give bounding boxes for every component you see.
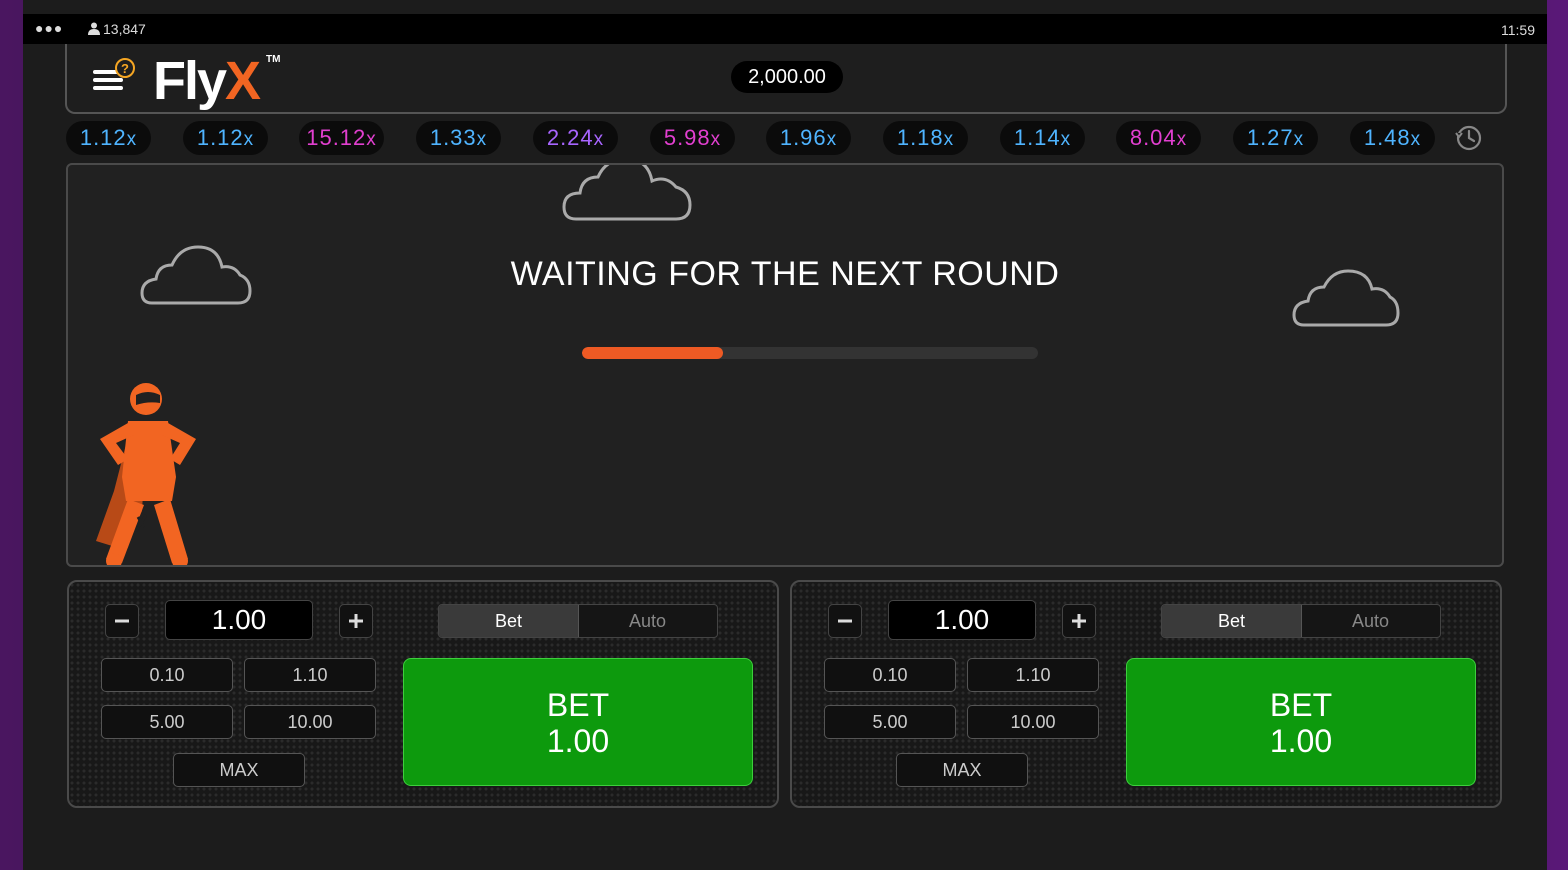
multiplier-pill: 1.27x (1233, 121, 1318, 155)
quick-amount-button[interactable]: 0.10 (101, 658, 233, 692)
tab-bet[interactable]: Bet (439, 605, 579, 637)
balance-display: 2,000.00 (731, 61, 843, 93)
multiplier-pill: 8.04x (1116, 121, 1201, 155)
plus-icon (1072, 614, 1086, 628)
svg-text:?: ? (121, 61, 129, 76)
multiplier-suffix: x (710, 129, 722, 150)
increase-amount-button[interactable] (339, 604, 373, 638)
multiplier-suffix: x (1293, 129, 1305, 150)
minus-icon (115, 619, 129, 623)
multiplier-pill: 1.12x (66, 121, 151, 155)
bet-button-label: BET (546, 687, 610, 723)
tab-auto[interactable]: Auto (1301, 605, 1440, 637)
multiplier-value: 1.12 (79, 125, 127, 150)
game-header: ? FlyX TM 2,000.00 (65, 44, 1507, 114)
multiplier-value: 1.27 (1246, 125, 1294, 150)
bet-button-amount: 1.00 (1269, 723, 1333, 759)
round-progress-bar (582, 347, 1038, 359)
multiplier-value: 15.12 (306, 125, 367, 150)
multiplier-pill: 1.48x (1350, 121, 1435, 155)
multiplier-suffix: x (476, 129, 488, 150)
person-icon (88, 22, 100, 35)
clock: 11:59 (1501, 22, 1535, 38)
decrease-amount-button[interactable] (105, 604, 139, 638)
multiplier-suffix: x (1410, 129, 1422, 150)
quick-amount-button[interactable]: 5.00 (824, 705, 956, 739)
multiplier-pill: 1.96x (766, 121, 851, 155)
bet-panel-2: 1.00 Bet Auto 0.10 1.10 5.00 10.00 MAX B… (790, 580, 1502, 808)
tab-auto[interactable]: Auto (578, 605, 717, 637)
multiplier-value: 5.98 (663, 125, 711, 150)
multiplier-value: 1.33 (429, 125, 477, 150)
multiplier-suffix: x (1060, 129, 1072, 150)
quick-amount-button[interactable]: 0.10 (824, 658, 956, 692)
multiplier-suffix: x (826, 129, 838, 150)
bet-amount-field[interactable]: 1.00 (165, 600, 313, 640)
multiplier-value: 1.96 (779, 125, 827, 150)
multiplier-value: 1.12 (196, 125, 244, 150)
status-bar: ●●● 13,847 11:59 (23, 14, 1547, 44)
more-options-icon[interactable]: ●●● (35, 20, 63, 36)
bet-amount-field[interactable]: 1.00 (888, 600, 1036, 640)
bet-button-label: BET (1269, 687, 1333, 723)
place-bet-button[interactable]: BET 1.00 (1126, 658, 1476, 786)
bet-panel-1: 1.00 Bet Auto 0.10 1.10 5.00 10.00 MAX B… (67, 580, 779, 808)
bet-mode-toggle: Bet Auto (1161, 604, 1441, 638)
player-count-value: 13,847 (103, 21, 146, 37)
multiplier-pill: 1.14x (1000, 121, 1085, 155)
tab-bet[interactable]: Bet (1162, 605, 1302, 637)
bet-button-amount: 1.00 (546, 723, 610, 759)
multiplier-suffix: x (126, 129, 138, 150)
quick-amount-button[interactable]: 5.00 (101, 705, 233, 739)
plus-icon (349, 614, 363, 628)
menu-help-icon[interactable]: ? (91, 58, 137, 98)
place-bet-button[interactable]: BET 1.00 (403, 658, 753, 786)
multiplier-value: 1.18 (896, 125, 944, 150)
multiplier-value: 2.24 (546, 125, 594, 150)
multiplier-pill: 1.12x (183, 121, 268, 155)
quick-amount-button[interactable]: 1.10 (967, 658, 1099, 692)
quick-amount-button[interactable]: 10.00 (967, 705, 1099, 739)
multiplier-value: 8.04 (1129, 125, 1177, 150)
logo-trademark: TM (266, 54, 281, 65)
game-area: WAITING FOR THE NEXT ROUND (66, 163, 1504, 567)
logo-text: Fly (153, 51, 227, 111)
multiplier-pill: 15.12x (299, 121, 384, 155)
multiplier-suffix: x (1176, 129, 1188, 150)
hero-character (96, 383, 196, 565)
multiplier-value: 1.48 (1363, 125, 1411, 150)
multiplier-pill: 2.24x (533, 121, 618, 155)
multiplier-history: 1.12x 1.12x 15.12x 1.33x 2.24x 5.98x 1.96x 1.18… (66, 121, 1506, 155)
max-amount-button[interactable]: MAX (173, 753, 305, 787)
multiplier-pill: 1.18x (883, 121, 968, 155)
decrease-amount-button[interactable] (828, 604, 862, 638)
minus-icon (838, 619, 852, 623)
app-window: ●●● 13,847 11:59 ? FlyX TM 2,000.00 1.12… (23, 0, 1547, 870)
multiplier-suffix: x (593, 129, 605, 150)
round-progress-fill (582, 347, 724, 359)
multiplier-value: 1.14 (1013, 125, 1061, 150)
quick-amount-button[interactable]: 1.10 (244, 658, 376, 692)
round-status-text: WAITING FOR THE NEXT ROUND (510, 255, 1060, 293)
flyx-logo: FlyX TM (153, 50, 280, 112)
player-count: 13,847 (88, 21, 146, 37)
cloud-icon (562, 165, 692, 221)
multiplier-suffix: x (243, 129, 255, 150)
quick-amount-button[interactable]: 10.00 (244, 705, 376, 739)
multiplier-pill: 1.33x (416, 121, 501, 155)
multiplier-suffix: x (366, 129, 377, 150)
bet-mode-toggle: Bet Auto (438, 604, 718, 638)
increase-amount-button[interactable] (1062, 604, 1096, 638)
logo-accent: X (225, 51, 261, 111)
multiplier-pill: 5.98x (650, 121, 735, 155)
history-icon[interactable] (1454, 123, 1484, 153)
multiplier-suffix: x (943, 129, 955, 150)
max-amount-button[interactable]: MAX (896, 753, 1028, 787)
